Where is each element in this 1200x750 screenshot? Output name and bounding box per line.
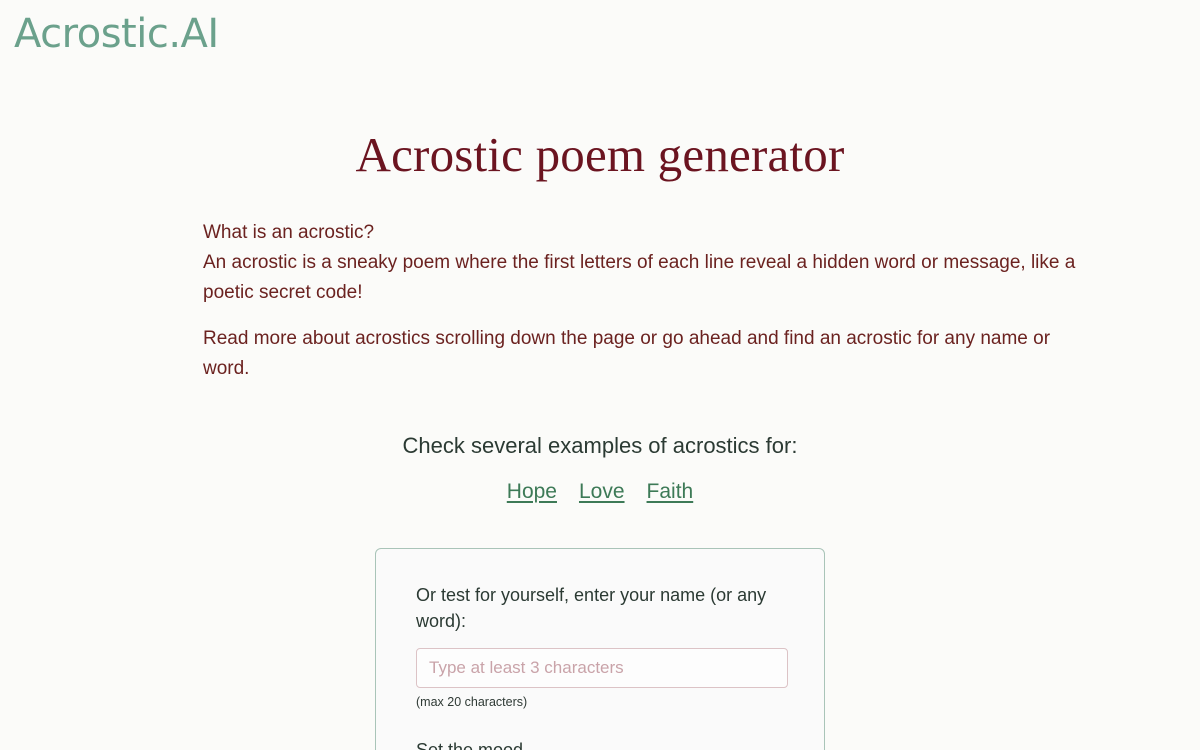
generator-form-card: Or test for yourself, enter your name (o…: [375, 548, 825, 750]
example-link-love[interactable]: Love: [579, 480, 625, 504]
page-title: Acrostic poem generator: [355, 127, 845, 182]
site-header: Acrostic.AI: [0, 0, 1200, 86]
intro-question: What is an acrostic?: [203, 221, 375, 243]
examples-heading: Check several examples of acrostics for:: [402, 432, 798, 458]
examples-links: Hope Love Faith: [0, 460, 1200, 504]
generator-form-wrap: Or test for yourself, enter your name (o…: [0, 504, 1200, 750]
name-input[interactable]: [416, 647, 788, 688]
brand-logo[interactable]: Acrostic.AI: [14, 14, 219, 54]
intro-section: What is an acrostic? An acrostic is a sn…: [100, 182, 1100, 384]
name-input-label: Or test for yourself, enter your name (o…: [416, 585, 767, 631]
intro-lead-block: What is an acrostic? An acrostic is a sn…: [100, 218, 1100, 308]
example-link-hope[interactable]: Hope: [507, 480, 557, 504]
max-characters-hint: (max 20 characters): [416, 694, 528, 709]
example-link-faith[interactable]: Faith: [647, 480, 694, 504]
mood-heading: Set the mood: [416, 738, 792, 750]
examples-section: Check several examples of acrostics for:…: [0, 384, 1200, 505]
intro-read-more: Read more about acrostics scrolling down…: [203, 327, 1051, 379]
intro-definition: An acrostic is a sneaky poem where the f…: [203, 251, 1076, 303]
